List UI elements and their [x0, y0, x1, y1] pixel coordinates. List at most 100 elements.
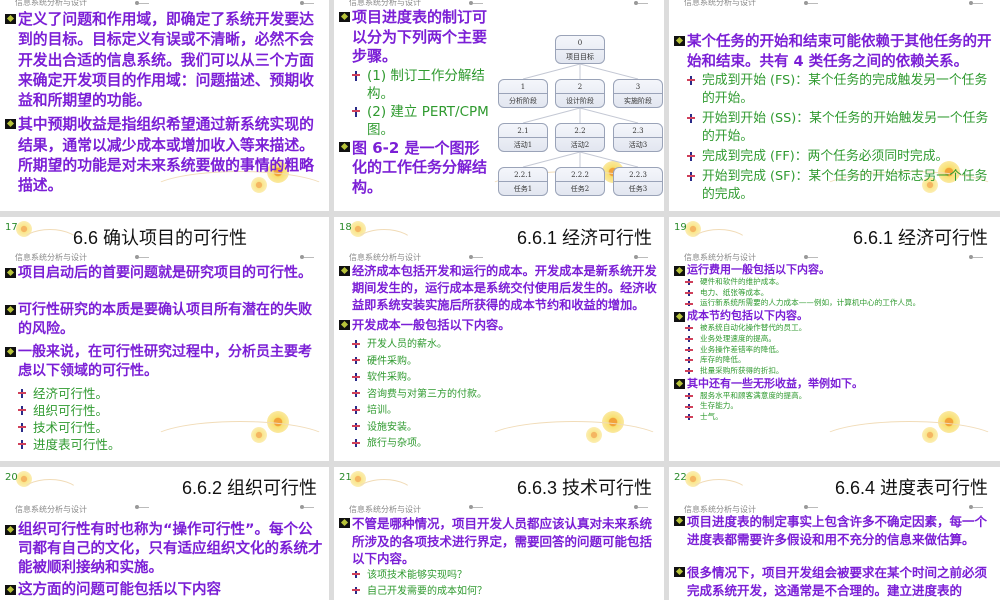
wbs-node: 2.1 活动1 [498, 123, 548, 152]
slide-2[interactable]: 信息系统分析与设计 项目进度表的制订可以分为下列两个主要步骤。 (1) 制订工作分解… [334, 0, 664, 211]
wbs-node-id: 2.2 [556, 124, 604, 138]
wbs-node-id: 0 [556, 36, 604, 50]
slide-number: 22 [674, 472, 687, 483]
sub-bullet-point: 运行新系统所需要的人力成本——例如，计算机中心的工作人员。 [685, 298, 994, 309]
slide-title: 6.6.1 经济可行性 [516, 228, 652, 248]
header-dot-icon [969, 1, 983, 5]
slide-number: 21 [339, 472, 352, 483]
slide-body: 运行费用一般包括以下内容。 硬件和软件的维护成本。 电力、纸张等成本。 运行新系统所需… [674, 263, 994, 423]
bullet-point: 这方面的问题可能包括以下内容 [5, 581, 323, 600]
slide-body: 某个任务的开始和结束可能依赖于其他任务的开始和结束。共有 4 类任务之间的依赖关… [674, 32, 994, 206]
course-header: 信息系统分析与设计 [15, 0, 87, 7]
bullet-point: 其中预期收益是指组织希望通过新系统实现的结果，通常以减少成本或增加收入等来描述。… [5, 115, 323, 196]
wbs-diagram: 0 项目目标 1 分析阶段 2 设计阶段 3 实施阶段 2.1 活动1 2.2 活动2 2.3 活动3 2.… [334, 0, 664, 211]
wbs-connector [522, 151, 581, 168]
wbs-node: 2.2.1 任务1 [498, 167, 548, 196]
sub-bullet-point: 服务水平和顾客满意度的提高。 [685, 391, 994, 402]
wbs-connector [579, 107, 639, 124]
header-dot-icon [300, 255, 314, 259]
wbs-node: 2.3 活动3 [613, 123, 663, 152]
bullet-point: 开发成本一般包括以下内容。 [339, 317, 658, 334]
slide-18[interactable]: 信息系统分析与设计 18 6.6.1 经济可行性经济成本包括开发和运行的成本。开发成… [334, 217, 664, 461]
slide-20[interactable]: 信息系统分析与设计 20 6.6.2 组织可行性 组织可行性有时也称为“操作可行性”。… [0, 467, 329, 600]
course-header: 信息系统分析与设计 [15, 253, 87, 262]
wbs-node-id: 2.2.2 [556, 168, 604, 182]
vine-decoration [819, 421, 999, 461]
header-dot-icon [634, 505, 648, 509]
bullet-point: 经济成本包括开发和运行的成本。开发成本是新系统开发期间发生的，运行成本是系统交付… [339, 263, 658, 314]
wbs-connector [522, 63, 581, 80]
sub-bullet-point: 库存的降低。 [685, 355, 994, 366]
bullet-point: 成本节约包括以下内容。 [674, 309, 994, 323]
wbs-node-label: 活动1 [513, 141, 533, 149]
slide-21[interactable]: 信息系统分析与设计 21 6.6.3 技术可行性不管是哪种情况，项目开发人员都应该认… [334, 467, 664, 600]
slide-body: 组织可行性有时也称为“操作可行性”。每个公司都有自己的文化，只有适应组织文化的系… [5, 521, 323, 600]
sub-bullet-point: 开发人员的薪水。 [352, 337, 658, 354]
wbs-node: 2.2.3 任务3 [613, 167, 663, 196]
wbs-node-id: 2.2.3 [614, 168, 662, 182]
slide-title: 6.6 确认项目的可行性 [73, 228, 248, 248]
header-dot-icon [969, 505, 983, 509]
slide-1[interactable]: 信息系统分析与设计定义了问题和作用域，即确定了系统开发要达到的目标。目标定义有误… [0, 0, 329, 211]
wbs-node-label: 活动3 [628, 141, 648, 149]
slide-title: 6.6.2 组织可行性 [181, 478, 317, 498]
bullet-point: 不管是哪种情况，项目开发人员都应该认真对未来系统所涉及的各项技术进行界定，需要回… [339, 515, 658, 568]
wbs-node-label: 分析阶段 [509, 97, 537, 105]
sub-bullet-point: 咨询费与对第三方的付款。 [352, 387, 658, 404]
header-dot-icon [469, 255, 483, 259]
course-header: 信息系统分析与设计 [349, 253, 421, 262]
wbs-connector [522, 107, 581, 124]
sub-bullet-point: 培训。 [352, 403, 658, 420]
bullet-point: 项目启动后的首要问题就是研究项目的可行性。 [5, 264, 323, 283]
sub-bullet-point: 设施安装。 [352, 420, 658, 437]
bullet-point: 可行性研究的本质是要确认项目所有潜在的失败的风险。 [5, 301, 323, 339]
slide-19[interactable]: 信息系统分析与设计 19 6.6.1 经济可行性 运行费用一般包括以下内容。 硬件和软件… [669, 217, 1000, 461]
slide-number: 20 [5, 472, 18, 483]
bullet-point: 定义了问题和作用域，即确定了系统开发要达到的目标。目标定义有误或不清晰，必然不会… [5, 10, 323, 111]
wbs-node: 2 设计阶段 [555, 79, 605, 108]
bullet-point: 一般来说，在可行性研究过程中，分析员主要考虑以下领域的可行性。 [5, 343, 323, 381]
slide-number: 19 [674, 222, 687, 233]
slide-body: 定义了问题和作用域，即确定了系统开发要达到的目标。目标定义有误或不清晰，必然不会… [5, 10, 323, 201]
sub-bullet-point: 技术可行性。 [18, 419, 323, 436]
sub-bullet-point: 生存能力。 [685, 401, 994, 412]
bullet-point: 其中还有一些无形收益，举例如下。 [674, 377, 994, 391]
wbs-node-id: 2.3 [614, 124, 662, 138]
sub-bullet-point: 自己开发需要的成本如何？ [352, 584, 658, 600]
slide-title: 6.6.3 技术可行性 [516, 478, 652, 498]
wbs-node-label: 任务2 [570, 185, 590, 193]
sub-bullet-point: 软件采购。 [352, 370, 658, 387]
wbs-node-id: 2.2.1 [499, 168, 547, 182]
slide-number: 18 [339, 222, 352, 233]
wbs-node-id: 2.1 [499, 124, 547, 138]
sub-bullet-point: 该项技术能够实现吗？ [352, 568, 658, 584]
bullet-point: 某个任务的开始和结束可能依赖于其他任务的开始和结束。共有 4 类任务之间的依赖关… [674, 32, 994, 72]
slide-body: 经济成本包括开发和运行的成本。开发成本是新系统开发期间发生的，运行成本是系统交付… [339, 263, 658, 453]
wbs-node-label: 设计阶段 [566, 97, 594, 105]
course-header: 信息系统分析与设计 [684, 253, 756, 262]
header-dot-icon [634, 255, 648, 259]
bullet-point: 很多情况下，项目开发组会被要求在某个时间之前必须完成系统开发，这通常是不合理的。… [674, 564, 994, 599]
slide-3[interactable]: 信息系统分析与设计某个任务的开始和结束可能依赖于其他任务的开始和结束。共有 4 … [669, 0, 1000, 211]
sub-bullet-point: 开始到完成 (SF)：某个任务的开始标志另一个任务的完成。 [687, 168, 994, 204]
wbs-node-id: 3 [614, 80, 662, 94]
slide-number: 17 [5, 222, 18, 233]
bullet-point: 组织可行性有时也称为“操作可行性”。每个公司都有自己的文化，只有适应组织文化的系… [5, 521, 323, 578]
wbs-node-label: 项目目标 [566, 53, 594, 61]
slide-body: 项目启动后的首要问题就是研究项目的可行性。可行性研究的本质是要确认项目所有潜在的… [5, 264, 323, 453]
wbs-node: 2.2.2 任务2 [555, 167, 605, 196]
wbs-node-id: 1 [499, 80, 547, 94]
slide-22[interactable]: 信息系统分析与设计 22 6.6.4 进度表可行性 项目进度表的制定事实上包含许多不确… [669, 467, 1000, 600]
course-header: 信息系统分析与设计 [349, 505, 421, 514]
header-dot-icon [300, 505, 314, 509]
wbs-node-label: 实施阶段 [624, 97, 652, 105]
sub-bullet-point: 业务处理速度的提高。 [685, 334, 994, 345]
wbs-connector [579, 151, 639, 168]
course-header: 信息系统分析与设计 [684, 0, 756, 7]
wbs-node: 1 分析阶段 [498, 79, 548, 108]
header-dot-icon [469, 505, 483, 509]
slide-17[interactable]: 信息系统分析与设计 17 6.6 确认项目的可行性项目启动后的首要问题就是研究项目的… [0, 217, 329, 461]
header-dot-icon [969, 255, 983, 259]
sub-bullet-point: 电力、纸张等成本。 [685, 288, 994, 299]
header-dot-icon [135, 255, 149, 259]
